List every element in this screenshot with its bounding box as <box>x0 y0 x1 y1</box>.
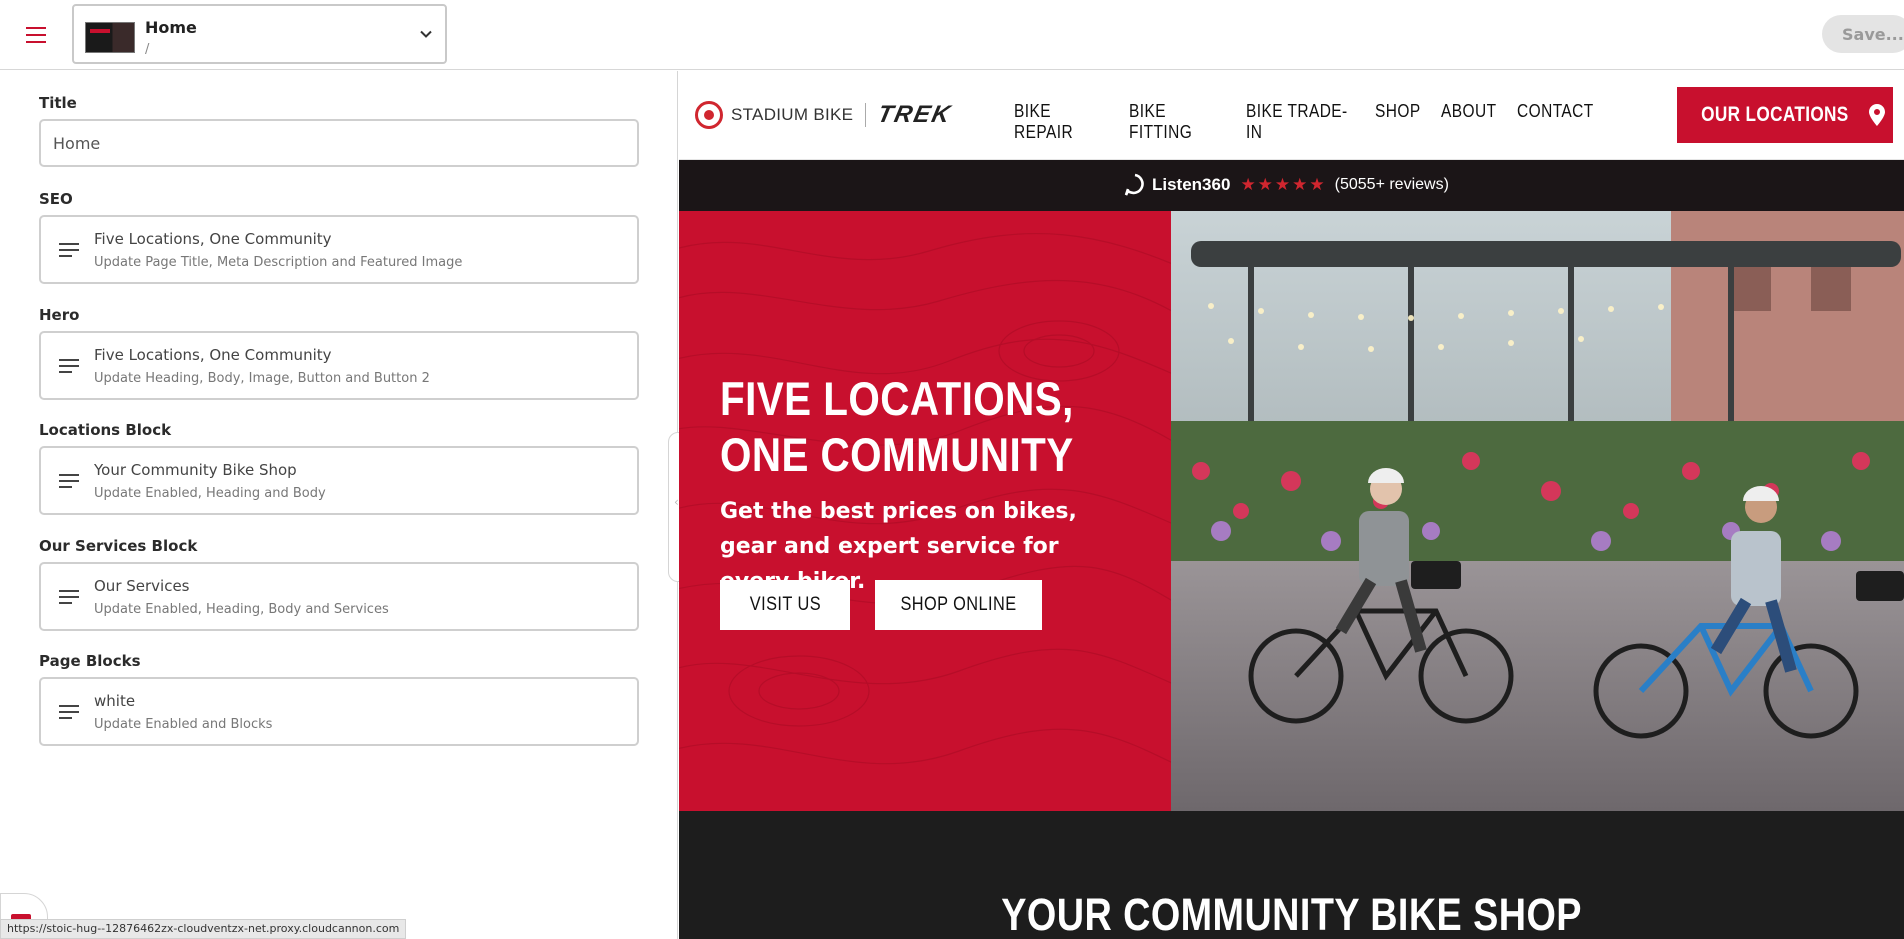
listen360-brand: Listen360 <box>1152 175 1231 194</box>
locations-block-label: Locations Block <box>39 421 172 439</box>
card-subtitle: Update Heading, Body, Image, Button and … <box>94 371 430 386</box>
rating-stars: ★★★★★ <box>1240 175 1327 195</box>
bike-wheel-icon <box>695 101 723 129</box>
our-locations-label: OUR LOCATIONS <box>1701 103 1849 126</box>
site-preview: STADIUM BIKE TREK BIKE REPAIR BIKE FITTI… <box>679 71 1904 939</box>
card-subtitle: Update Page Title, Meta Description and … <box>94 255 463 270</box>
review-count: (5055+ reviews) <box>1334 176 1449 193</box>
community-section: YOUR COMMUNITY BIKE SHOP <box>679 811 1904 939</box>
card-subtitle: Update Enabled, Heading, Body and Servic… <box>94 602 389 617</box>
seo-label: SEO <box>39 190 73 208</box>
cyclists-photo <box>1171 211 1904 811</box>
card-title: Five Locations, One Community <box>94 230 332 248</box>
locations-block-card[interactable]: Your Community Bike Shop Update Enabled,… <box>39 446 639 515</box>
reviews-bar: Listen360 ★★★★★ (5055+ reviews) <box>679 160 1904 211</box>
hero-object-card[interactable]: Five Locations, One Community Update Hea… <box>39 331 639 400</box>
lines-icon <box>59 474 79 489</box>
site-logo[interactable]: STADIUM BIKE TREK <box>695 101 955 129</box>
shop-online-label: SHOP ONLINE <box>900 594 1017 615</box>
page-path: / <box>145 42 150 57</box>
card-subtitle: Update Enabled and Blocks <box>94 717 273 732</box>
card-title: Five Locations, One Community <box>94 346 332 364</box>
visit-us-label: VISIT US <box>749 594 821 615</box>
hero-label: Hero <box>39 306 80 324</box>
nav-shop[interactable]: SHOP <box>1375 101 1432 143</box>
lines-icon <box>59 359 79 374</box>
services-block-card[interactable]: Our Services Update Enabled, Heading, Bo… <box>39 562 639 631</box>
hero-panel: FIVE LOCATIONS, ONE COMMUNITY Get the be… <box>679 211 1171 811</box>
nav-about[interactable]: ABOUT <box>1441 101 1506 143</box>
card-title: Our Services <box>94 577 190 595</box>
nav-contact[interactable]: CONTACT <box>1517 101 1593 143</box>
editor-topbar: Home / Save... <box>0 0 1904 70</box>
hero-image <box>1171 211 1904 811</box>
save-button[interactable]: Save... <box>1822 15 1904 53</box>
services-block-label: Our Services Block <box>39 537 198 555</box>
card-title: white <box>94 692 136 710</box>
title-input[interactable] <box>39 119 639 167</box>
nav-bike-repair[interactable]: BIKE REPAIR <box>1014 101 1113 143</box>
card-subtitle: Update Enabled, Heading and Body <box>94 486 326 501</box>
lines-icon <box>59 590 79 605</box>
community-heading-text: YOUR COMMUNITY BIKE SHOP <box>1001 889 1582 939</box>
main-nav: BIKE REPAIR BIKE FITTING BIKE TRADE-IN S… <box>1014 101 1597 143</box>
hero-heading: FIVE LOCATIONS, ONE COMMUNITY <box>720 372 1074 481</box>
our-locations-button[interactable]: OUR LOCATIONS <box>1677 87 1893 143</box>
page-selector[interactable]: Home / <box>72 4 447 64</box>
brand-name: STADIUM BIKE <box>731 105 854 124</box>
nav-bike-fitting[interactable]: BIKE FITTING <box>1129 101 1230 143</box>
status-url: https://stoic-hug--12876462zx-cloudventz… <box>0 919 407 939</box>
shop-online-button[interactable]: SHOP ONLINE <box>875 580 1042 630</box>
chevron-down-icon <box>420 30 432 38</box>
page-name: Home <box>145 18 197 37</box>
listen360-icon <box>1124 173 1144 196</box>
seo-object-card[interactable]: Five Locations, One Community Update Pag… <box>39 215 639 284</box>
logo-divider <box>865 103 867 127</box>
site-header: STADIUM BIKE TREK BIKE REPAIR BIKE FITTI… <box>679 71 1904 160</box>
page-blocks-label: Page Blocks <box>39 652 141 670</box>
community-heading: YOUR COMMUNITY BIKE SHOP <box>679 889 1904 939</box>
title-label: Title <box>39 94 77 112</box>
page-thumbnail <box>85 22 135 53</box>
partner-logo: TREK <box>875 101 955 128</box>
visit-us-button[interactable]: VISIT US <box>720 580 850 630</box>
lines-icon <box>59 705 79 720</box>
editor-panel: Title SEO Five Locations, One Community … <box>0 71 678 939</box>
page-blocks-card[interactable]: white Update Enabled and Blocks <box>39 677 639 746</box>
map-pin-icon <box>1868 104 1885 126</box>
reviews-widget[interactable]: Listen360 ★★★★★ (5055+ reviews) <box>1124 173 1449 197</box>
lines-icon <box>59 243 79 258</box>
card-title: Your Community Bike Shop <box>94 461 297 479</box>
menu-icon[interactable] <box>24 24 48 44</box>
nav-bike-trade-in[interactable]: BIKE TRADE-IN <box>1246 101 1357 143</box>
